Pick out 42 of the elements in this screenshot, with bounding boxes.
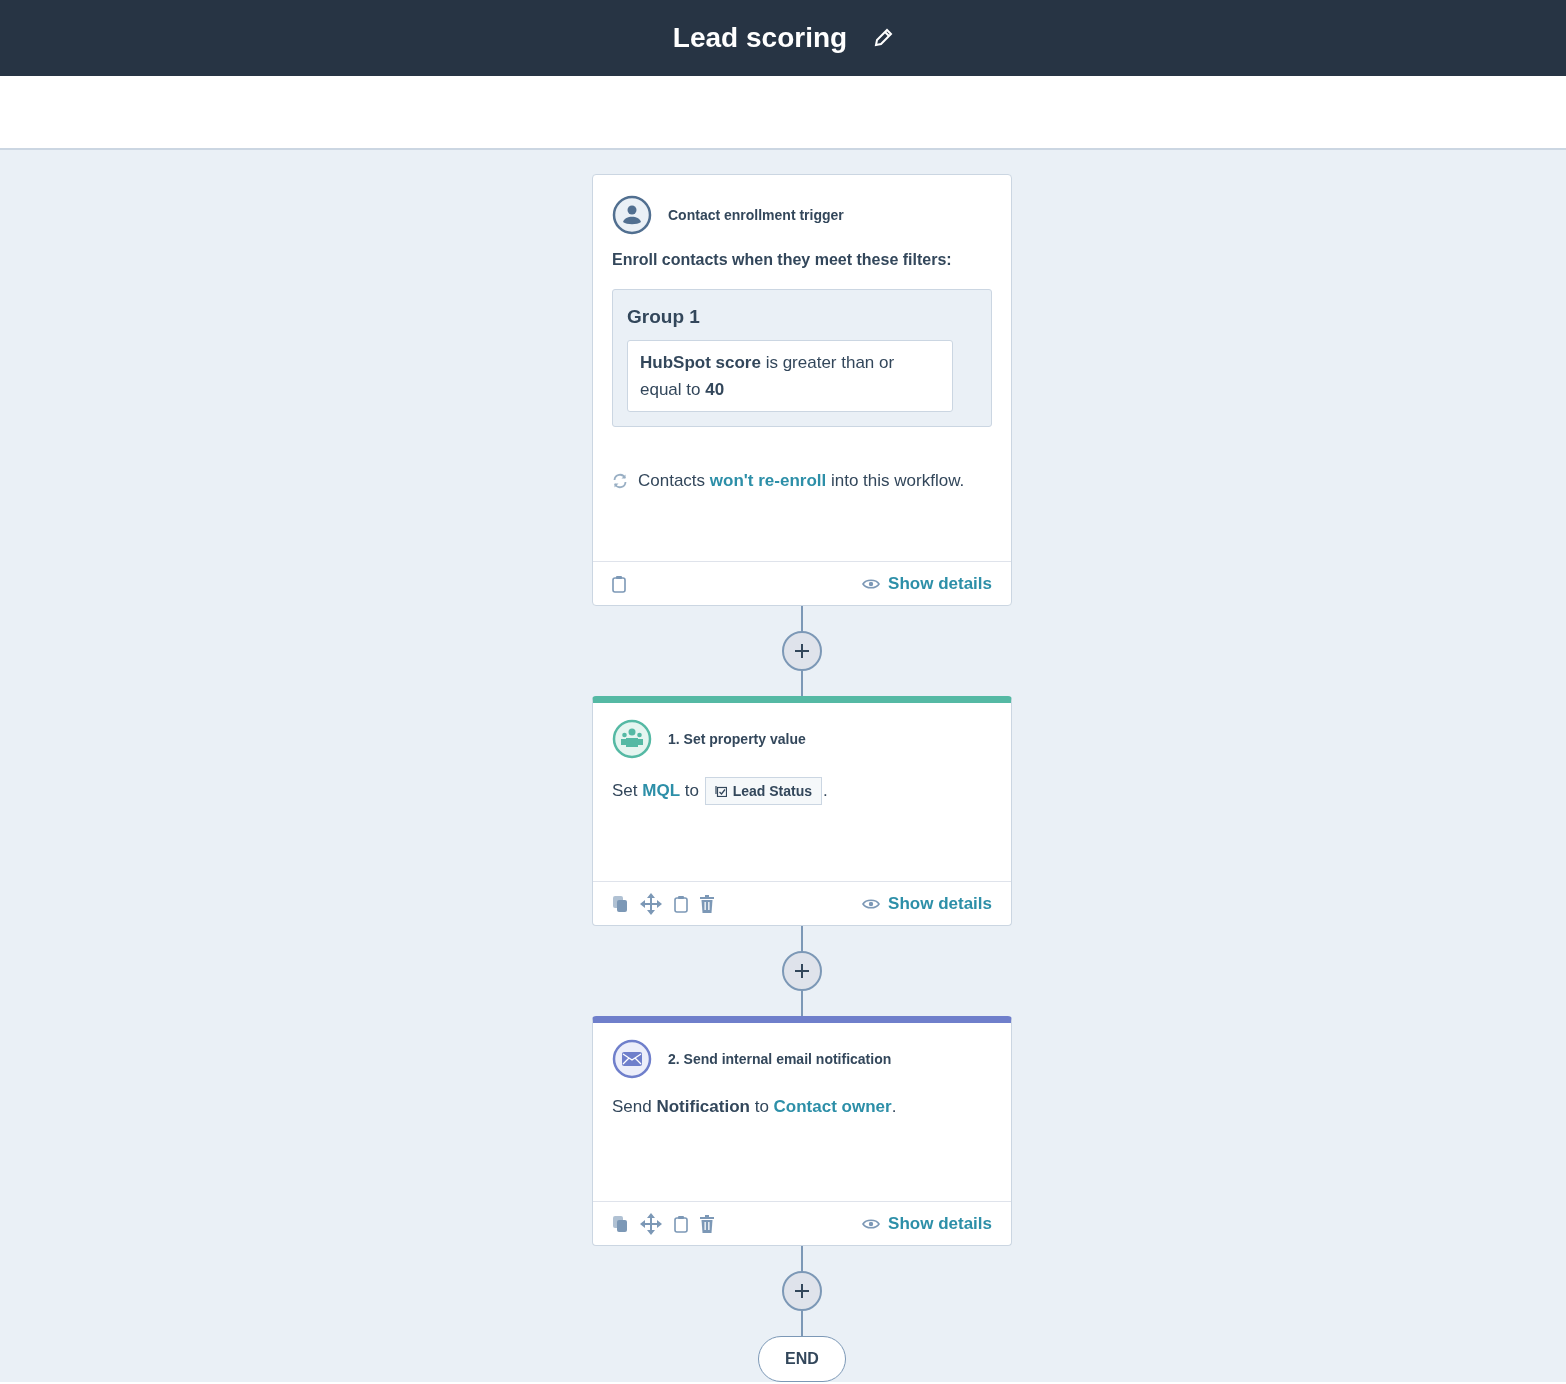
card-title: 2. Send internal email notification [668,1051,892,1067]
plus-icon [794,963,810,979]
add-step-button[interactable] [782,631,822,671]
plus-icon [794,1283,810,1299]
show-details-link[interactable]: Show details [862,893,992,914]
filter-intro: Enroll contacts when they meet these filters: [612,251,953,269]
person-icon [612,195,652,235]
plus-icon [794,643,810,659]
refresh-icon [612,473,628,489]
property-token: Lead Status [704,777,822,805]
clipboard-icon[interactable] [612,574,626,593]
copy-icon[interactable] [612,894,628,913]
trash-icon[interactable] [700,1214,714,1233]
workflow-title: Lead scoring [672,22,848,54]
card-title: Contact enrollment trigger [668,207,844,223]
pencil-icon[interactable] [873,28,894,48]
filter-condition: HubSpot score is greater than or equal to 40 [627,340,953,412]
people-icon [612,719,652,759]
move-icon[interactable] [640,1212,662,1235]
eye-icon [862,577,881,590]
link[interactable]: MQL [642,781,681,801]
show-details-link[interactable]: Show details [862,573,992,594]
action-summary: Send Notification to Contact owner. [612,1097,898,1117]
action-summary: Set MQL to Lead Status . [612,777,992,805]
link[interactable]: won't re-enroll [709,471,827,490]
trash-icon[interactable] [700,894,714,913]
end-node: END [758,1336,846,1382]
card-title: 1. Set property value [668,731,806,747]
add-step-button[interactable] [782,1271,822,1311]
clipboard-icon[interactable] [674,1214,688,1233]
link[interactable]: Contact owner [773,1097,892,1117]
copy-icon[interactable] [612,1214,628,1233]
checkbox-icon [714,785,727,797]
eye-icon [862,897,881,910]
group-title: Group 1 [627,306,701,328]
eye-icon [862,1217,881,1230]
add-step-button[interactable] [782,951,822,991]
show-details-link[interactable]: Show details [862,1213,992,1234]
move-icon[interactable] [640,892,662,915]
reenroll-text: Contacts won't re-enroll into this workflow. [638,471,965,491]
clipboard-icon[interactable] [674,894,688,913]
envelope-icon [612,1039,652,1079]
